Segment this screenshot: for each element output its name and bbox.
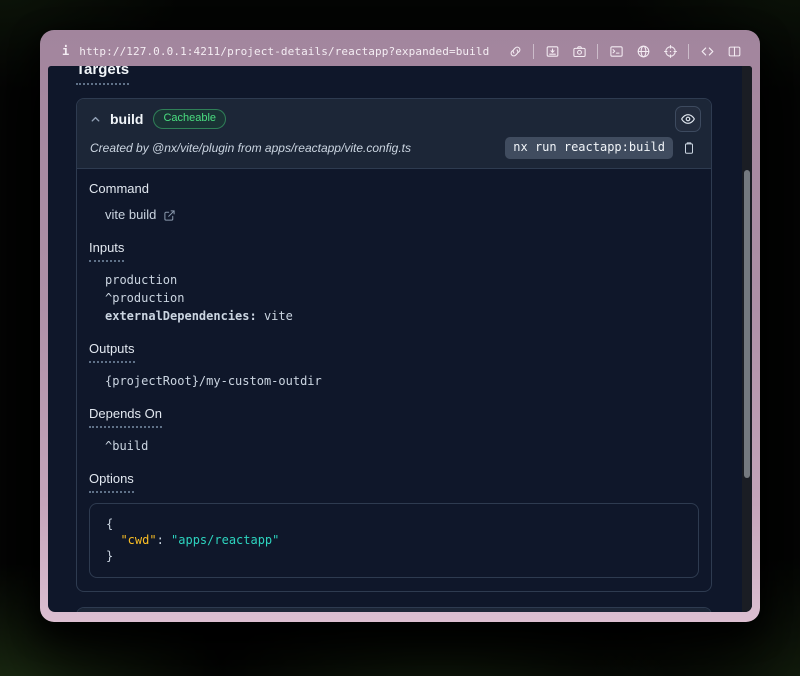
depends-on-item: ^build bbox=[105, 437, 699, 455]
depends-on-section-label: Depends On bbox=[89, 406, 162, 428]
serve-card-header: serve vite serve bbox=[77, 608, 711, 612]
build-header-subrow: Created by @nx/vite/plugin from apps/rea… bbox=[87, 137, 701, 159]
globe-icon[interactable] bbox=[635, 43, 651, 59]
crosshair-icon[interactable] bbox=[662, 43, 678, 59]
run-command-chip: nx run reactapp:build bbox=[505, 137, 673, 159]
code-line: "cwd": "apps/reactapp" bbox=[106, 532, 682, 548]
input-item-external-deps: externalDependencies: vite bbox=[105, 307, 699, 325]
json-key: "cwd" bbox=[120, 533, 156, 547]
save-box-icon[interactable] bbox=[544, 43, 560, 59]
link-icon[interactable] bbox=[507, 43, 523, 59]
scrollbar-track[interactable] bbox=[742, 66, 752, 612]
command-value: vite build bbox=[105, 206, 156, 224]
page-viewport: Targets build Cacheable C bbox=[48, 66, 752, 612]
target-card-serve: serve vite serve bbox=[76, 607, 712, 612]
toolbar-divider bbox=[533, 44, 534, 59]
input-item: ^production bbox=[105, 289, 699, 307]
info-icon: i bbox=[62, 44, 69, 58]
chevron-up-icon[interactable] bbox=[89, 113, 102, 126]
created-by-text: Created by @nx/vite/plugin from apps/rea… bbox=[90, 141, 411, 155]
options-section-label: Options bbox=[89, 471, 134, 493]
terminal-icon[interactable] bbox=[608, 43, 624, 59]
copy-icon[interactable] bbox=[682, 141, 697, 156]
command-value-row: vite build bbox=[105, 206, 699, 224]
cacheable-badge: Cacheable bbox=[153, 109, 226, 129]
build-header-row[interactable]: build Cacheable bbox=[87, 106, 701, 132]
input-item: production bbox=[105, 271, 699, 289]
browser-window: i http://127.0.0.1:4211/project-details/… bbox=[40, 30, 760, 622]
code-line: } bbox=[106, 548, 682, 564]
output-item: {projectRoot}/my-custom-outdir bbox=[105, 372, 699, 390]
view-target-graph-button[interactable] bbox=[675, 106, 701, 132]
browser-toolbar: i http://127.0.0.1:4211/project-details/… bbox=[48, 36, 752, 66]
target-name-build: build bbox=[110, 111, 143, 127]
split-view-icon[interactable] bbox=[726, 43, 742, 59]
camera-icon[interactable] bbox=[571, 43, 587, 59]
inputs-section-label: Inputs bbox=[89, 240, 124, 262]
build-card-body: Command vite build Inputs production ^pr… bbox=[77, 169, 711, 591]
json-separator: : bbox=[157, 533, 171, 547]
project-details-content: Targets build Cacheable C bbox=[48, 66, 752, 612]
scrollbar-thumb[interactable] bbox=[744, 170, 750, 478]
options-code-block: { "cwd": "apps/reactapp" } bbox=[89, 503, 699, 578]
build-card-header: build Cacheable Created by @nx/vite/plug… bbox=[77, 99, 711, 169]
targets-heading: Targets bbox=[76, 66, 129, 85]
outputs-section-label: Outputs bbox=[89, 341, 135, 363]
code-icon[interactable] bbox=[699, 43, 715, 59]
target-card-build: build Cacheable Created by @nx/vite/plug… bbox=[76, 98, 712, 592]
external-deps-key: externalDependencies: bbox=[105, 309, 257, 323]
external-link-icon[interactable] bbox=[163, 208, 177, 222]
toolbar-divider bbox=[597, 44, 598, 59]
address-bar[interactable]: http://127.0.0.1:4211/project-details/re… bbox=[79, 45, 489, 58]
external-deps-value: vite bbox=[257, 309, 293, 323]
json-value: "apps/reactapp" bbox=[171, 533, 279, 547]
toolbar-divider bbox=[688, 44, 689, 59]
command-section-label: Command bbox=[89, 181, 149, 197]
code-line: { bbox=[106, 516, 682, 532]
